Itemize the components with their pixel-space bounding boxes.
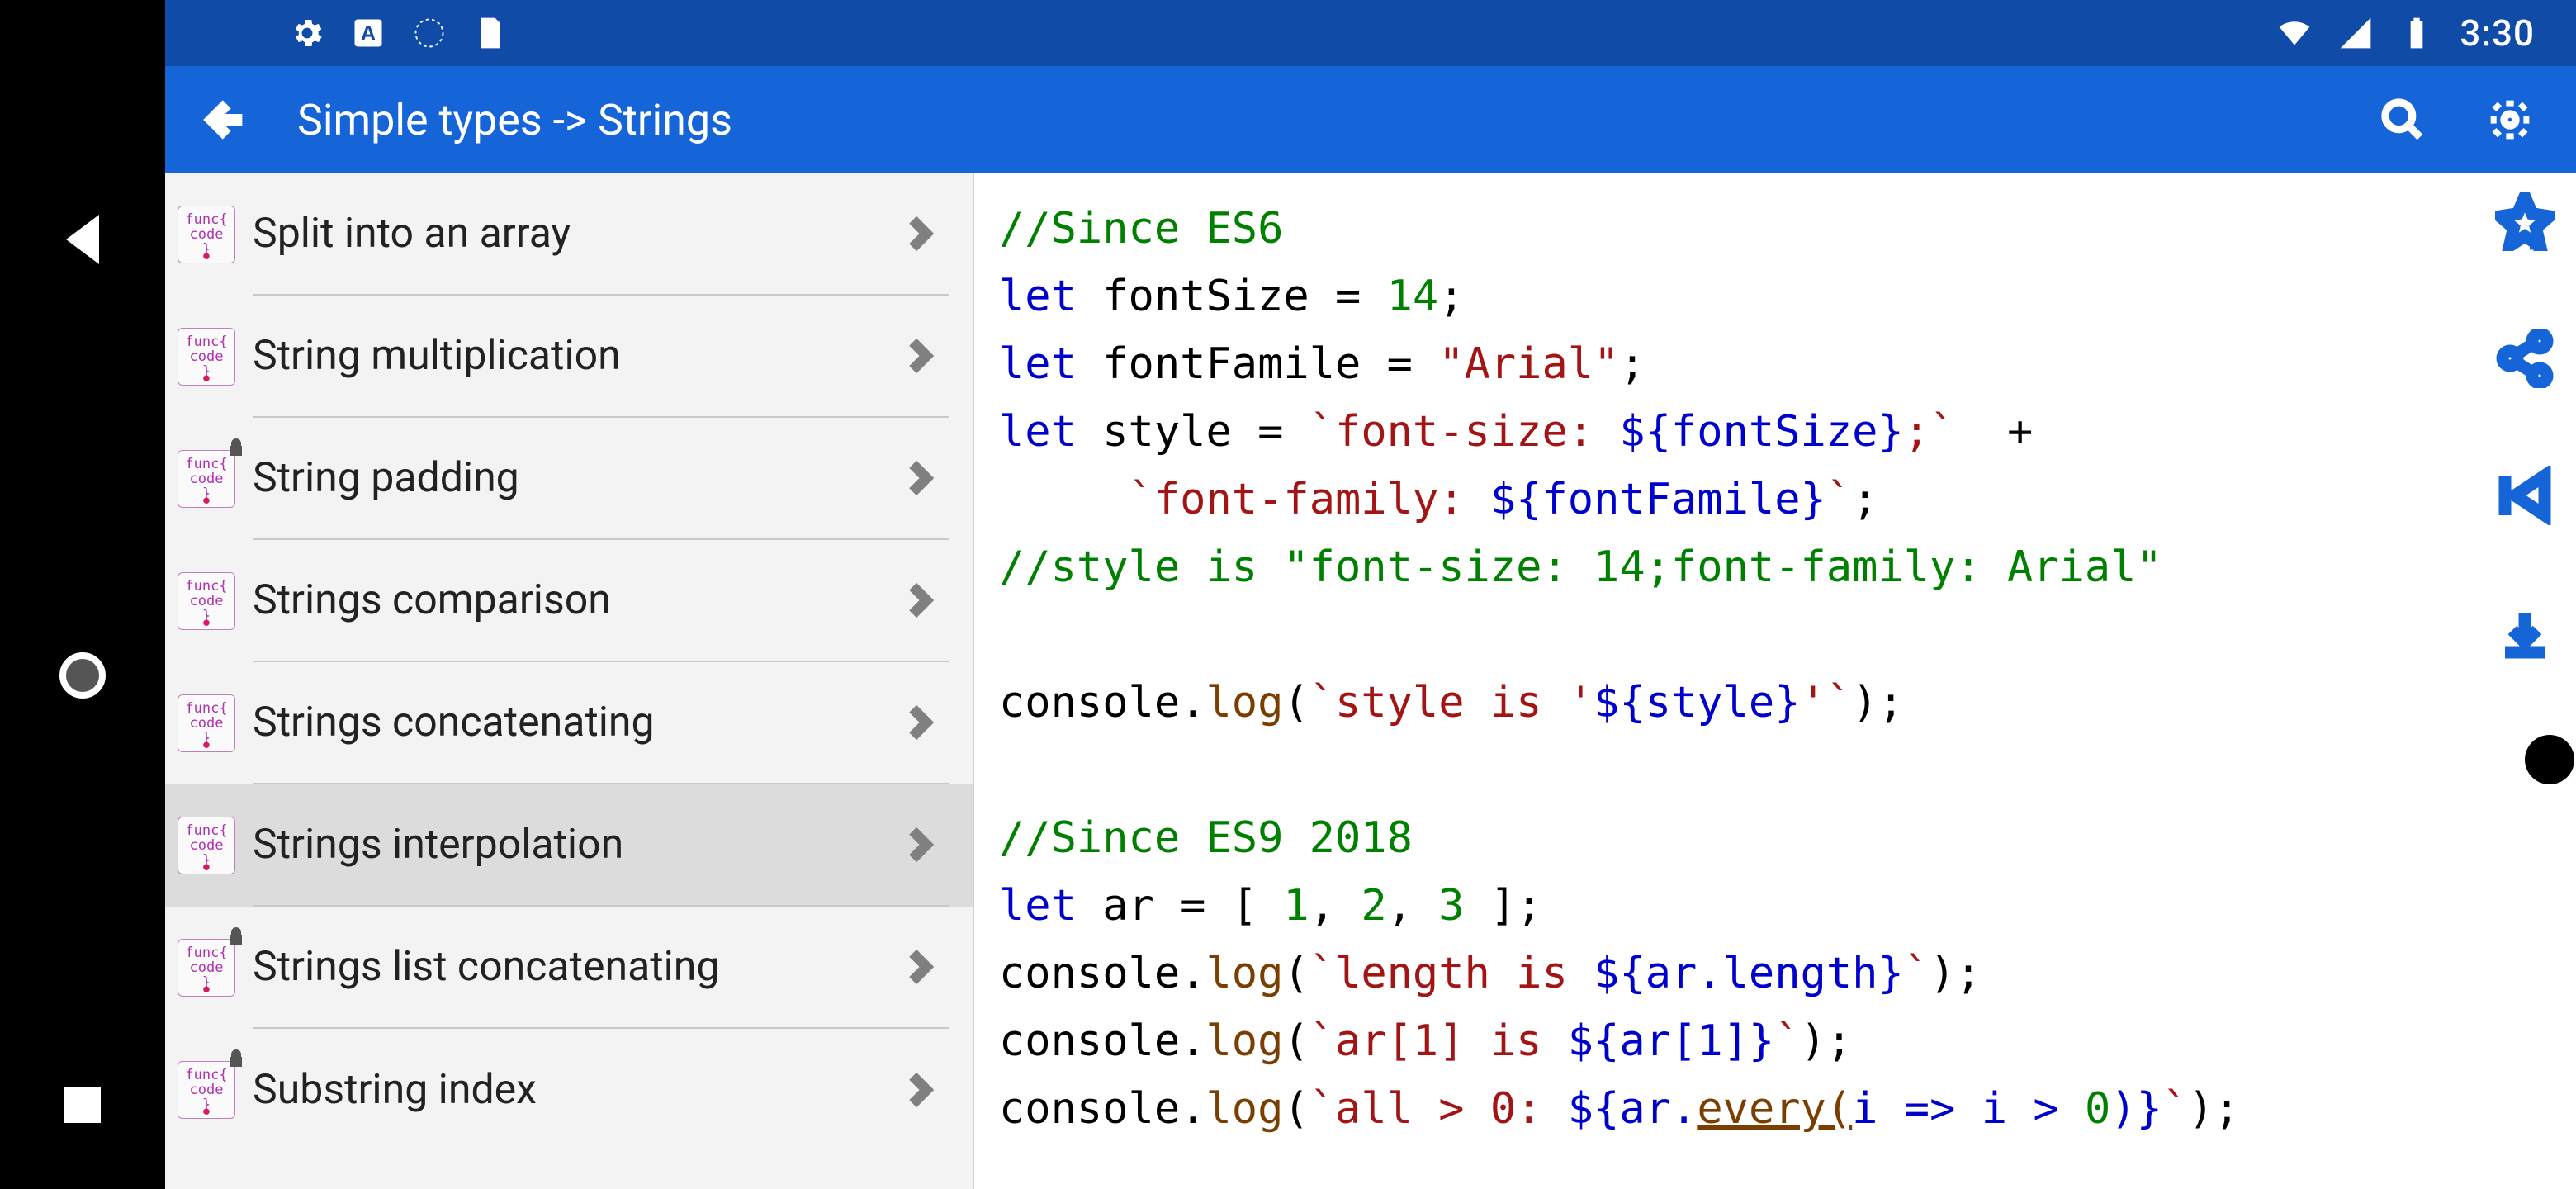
list-item[interactable]: func{code} Strings interpolation bbox=[165, 784, 973, 907]
list-item-label: Strings list concatenating bbox=[253, 943, 899, 991]
cell-signal-icon bbox=[2337, 15, 2374, 51]
nav-home-icon[interactable] bbox=[59, 652, 106, 699]
chevron-right-icon bbox=[899, 1069, 940, 1111]
list-item-label: Split into an array bbox=[253, 210, 899, 258]
topic-list: func{code} Split into an array func{code} S… bbox=[165, 173, 974, 1189]
lock-icon bbox=[226, 1049, 246, 1068]
list-item[interactable]: func{code} Strings concatenating bbox=[165, 662, 973, 784]
list-item-label: Substring index bbox=[253, 1066, 899, 1114]
battery-icon bbox=[2398, 15, 2435, 51]
lock-icon bbox=[226, 438, 246, 457]
scroll-indicator[interactable] bbox=[2525, 735, 2574, 784]
list-item[interactable]: func{code} String multiplication bbox=[165, 296, 973, 418]
func-code-icon: func{code} bbox=[175, 814, 238, 877]
chevron-right-icon bbox=[899, 702, 940, 743]
func-code-icon: func{code} bbox=[175, 325, 238, 388]
list-item[interactable]: func{code} Strings comparison bbox=[165, 540, 973, 662]
search-button[interactable] bbox=[2370, 87, 2436, 153]
code-action-bar bbox=[2493, 190, 2556, 664]
app-a-status-icon: A bbox=[350, 15, 386, 51]
favorite-button[interactable] bbox=[2493, 190, 2556, 253]
list-item-label: Strings interpolation bbox=[253, 821, 899, 869]
chevron-right-icon bbox=[899, 824, 940, 865]
android-nav-bar bbox=[0, 0, 165, 1189]
sd-card-status-icon bbox=[472, 15, 509, 51]
chevron-right-icon bbox=[899, 946, 940, 988]
svg-text:A: A bbox=[361, 22, 376, 45]
nav-back-icon[interactable] bbox=[66, 215, 99, 264]
list-item[interactable]: func{code} Strings list concatenating bbox=[165, 907, 973, 1029]
settings-status-icon bbox=[289, 15, 325, 51]
page-title: Simple types -> Strings bbox=[297, 95, 2328, 145]
func-code-icon: func{code} bbox=[175, 448, 238, 510]
list-item-label: String multiplication bbox=[253, 332, 899, 380]
chevron-right-icon bbox=[899, 213, 940, 254]
wifi-icon bbox=[2276, 15, 2313, 51]
settings-button[interactable] bbox=[2477, 87, 2543, 153]
code-text: //Since ES6 bbox=[999, 204, 1283, 253]
back-button[interactable] bbox=[190, 87, 256, 153]
rewind-button[interactable] bbox=[2493, 464, 2556, 527]
share-button[interactable] bbox=[2493, 327, 2556, 390]
list-item-label: String padding bbox=[253, 454, 899, 502]
lock-icon bbox=[226, 926, 246, 946]
list-item[interactable]: func{code} Split into an array bbox=[165, 173, 973, 296]
code-block: //Since ES6 let fontSize = 14; let fontF… bbox=[974, 173, 2576, 1143]
nav-recent-icon[interactable] bbox=[64, 1087, 101, 1123]
func-code-icon: func{code} bbox=[175, 203, 238, 266]
download-button[interactable] bbox=[2493, 601, 2556, 664]
list-item[interactable]: func{code} String padding bbox=[165, 418, 973, 540]
list-item[interactable]: func{code} Substring index bbox=[165, 1029, 973, 1151]
code-panel: //Since ES6 let fontSize = 14; let fontF… bbox=[974, 173, 2576, 1189]
chevron-right-icon bbox=[899, 335, 940, 377]
loading-status-icon bbox=[411, 15, 447, 51]
func-code-icon: func{code} bbox=[175, 692, 238, 755]
func-code-icon: func{code} bbox=[175, 1059, 238, 1121]
func-code-icon: func{code} bbox=[175, 570, 238, 632]
app-bar: Simple types -> Strings bbox=[165, 66, 2576, 173]
chevron-right-icon bbox=[899, 580, 940, 621]
list-item-label: Strings comparison bbox=[253, 576, 899, 624]
chevron-right-icon bbox=[899, 457, 940, 499]
func-code-icon: func{code} bbox=[175, 936, 238, 999]
status-clock: 3:30 bbox=[2460, 12, 2535, 54]
list-item-label: Strings concatenating bbox=[253, 699, 899, 746]
status-bar: A 3:30 bbox=[165, 0, 2576, 66]
